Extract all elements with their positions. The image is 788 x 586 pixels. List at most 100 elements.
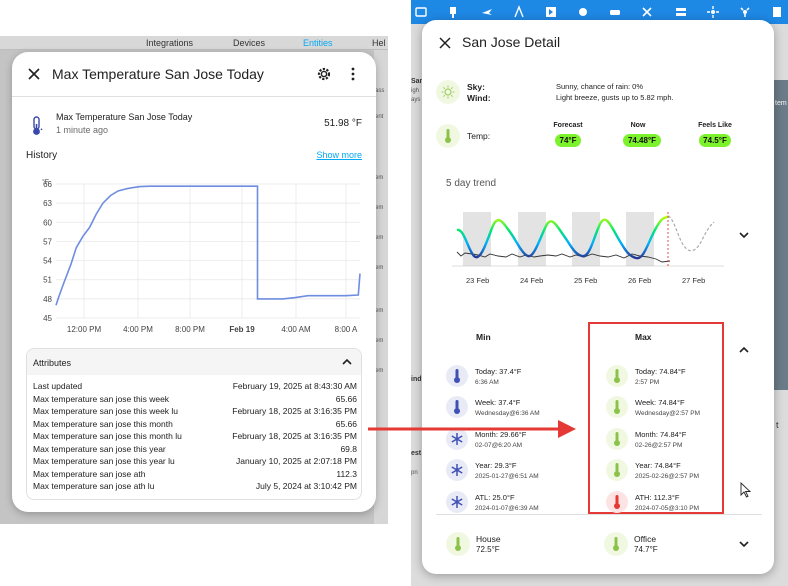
attribute-value: 112.3 [336, 468, 357, 479]
map-text: t [776, 420, 779, 430]
table-cell: em [375, 235, 384, 241]
now-temp-badge: 74.48°F [623, 134, 661, 147]
min-stat-title: Year: 29.3°F [475, 461, 517, 470]
car-icon[interactable] [608, 5, 622, 19]
house-thermometer-icon [446, 532, 470, 556]
entity-more-info-dialog: Max Temperature San Jose Today Max Tempe… [12, 52, 376, 512]
forecast-temp-badge: 74°F [555, 134, 581, 147]
chevron-down-icon[interactable] [738, 230, 750, 240]
trend-day-label: 27 Feb [682, 276, 705, 285]
attribute-key: Max temperature san jose this year lu [33, 456, 175, 466]
max-stat-title: Today: 74.84°F [635, 367, 686, 376]
radiation-icon[interactable] [706, 5, 720, 19]
house-label: House [476, 534, 501, 544]
max-highlight-box [588, 322, 724, 514]
show-more-link[interactable]: Show more [302, 150, 362, 160]
table-cell: ent [375, 114, 384, 120]
thermometer-icon [446, 396, 468, 418]
trend-day-label: 26 Feb [628, 276, 651, 285]
more-vert-icon[interactable] [345, 66, 361, 82]
min-stat-time: 2024-01-07@6:39 AM [475, 505, 539, 512]
antenna-icon[interactable] [512, 5, 526, 19]
y-axis-unit: °F [42, 178, 49, 186]
chevron-down-icon[interactable] [738, 539, 750, 549]
attribute-value: July 5, 2024 at 3:10:42 PM [255, 481, 357, 491]
chevron-up-icon[interactable] [341, 357, 353, 367]
feels-like-temp-badge: 74.5°F [699, 134, 731, 147]
wind-label: Wind: [467, 93, 491, 103]
attribute-key: Max temperature san jose this week [33, 393, 170, 404]
snowflake-icon [446, 459, 468, 481]
max-stat-title: Year: 74.84°F [635, 461, 681, 470]
thermometer-icon [606, 396, 628, 418]
attributes-header[interactable]: Attributes [27, 349, 361, 375]
location-icon[interactable] [576, 5, 590, 19]
chevron-up-icon[interactable] [738, 345, 750, 355]
tools-icon[interactable] [640, 5, 654, 19]
tab-entities[interactable]: Entities [303, 38, 333, 48]
office-thermometer-icon [604, 532, 628, 556]
sun-icon [436, 80, 460, 104]
close-icon[interactable] [26, 66, 42, 82]
x-tick-label: 4:00 AM [281, 325, 311, 334]
cast-icon[interactable] [414, 5, 428, 19]
history-series-line [55, 185, 361, 306]
play-icon[interactable] [544, 5, 558, 19]
entities-table-column [374, 50, 388, 524]
map-card [773, 80, 788, 390]
y-tick-label: 51 [43, 276, 52, 285]
forecast-heading: Forecast [553, 122, 583, 129]
entity-name: Max Temperature San Jose Today [56, 112, 193, 122]
gear-icon[interactable] [316, 66, 332, 82]
card-text: igh [411, 88, 420, 94]
y-tick-label: 54 [43, 257, 52, 266]
feels-like-heading: Feels Like [698, 122, 732, 129]
annotation-arrow [368, 420, 576, 438]
sky-label: Sky: [467, 82, 485, 92]
map-text: tem [775, 100, 787, 107]
attribute-row: Max temperature san jose ath 112.3 [33, 468, 357, 481]
max-stat-title: Week: 74.84°F [635, 398, 685, 407]
attribute-value: 69.8 [340, 443, 357, 454]
server-icon[interactable] [674, 5, 688, 19]
entity-state-value: 51.98 °F [324, 118, 362, 129]
table-cell: em [375, 368, 384, 374]
max-stat-title: ATH: 112.3°F [635, 493, 680, 502]
history-heading: History [26, 150, 58, 161]
thermometer-hot-icon [606, 491, 628, 513]
attribute-key: Max temperature san jose ath [33, 468, 146, 479]
trend-projection-line [667, 215, 715, 252]
table-cell: em [375, 265, 384, 271]
tab-integrations[interactable]: Integrations [146, 38, 193, 48]
min-stat-time: 02-07@6:20 AM [475, 442, 523, 449]
tab-help[interactable]: Hel [372, 38, 386, 48]
attribute-row: Max temperature san jose this year lu Jan… [33, 455, 357, 468]
device-icon[interactable] [770, 5, 784, 19]
tab-devices[interactable]: Devices [233, 38, 265, 48]
card-text: est [411, 450, 422, 457]
pin-icon[interactable] [446, 5, 460, 19]
card-text: ays [411, 97, 421, 103]
card-text: pn [411, 470, 418, 476]
min-stat-time: 2025-01-27@6:51 AM [475, 473, 539, 480]
thermometer-icon [606, 428, 628, 450]
five-day-trend-chart[interactable]: 23 Feb 24 Feb 25 Feb 26 Feb 27 Feb [452, 210, 732, 290]
attribute-value: February 19, 2025 at 8:43:30 AM [232, 381, 357, 391]
mouse-cursor-icon [740, 482, 752, 498]
max-stat-title: Month: 74.84°F [635, 430, 687, 439]
attribute-key: Max temperature san jose this month lu [33, 431, 182, 441]
close-icon[interactable] [438, 36, 452, 50]
trend-day-label: 25 Feb [574, 276, 597, 285]
now-heading: Now [630, 122, 646, 129]
attribute-key: Max temperature san jose this year [33, 443, 166, 454]
fan-icon[interactable] [738, 5, 752, 19]
max-stat-time: 2025-02-26@2:57 PM [635, 473, 700, 480]
airplane-icon[interactable] [480, 5, 494, 19]
y-tick-label: 60 [43, 218, 52, 227]
history-line-chart[interactable]: 6663605754514845 12:00 PM 4:00 PM 8:00 PM F… [24, 172, 364, 340]
sky-value: Sunny, chance of rain: 0% [556, 82, 643, 91]
x-tick-label: 12:00 PM [67, 325, 102, 334]
attribute-row: Max temperature san jose this month lu Fe… [33, 430, 357, 443]
divider [12, 96, 376, 97]
y-tick-label: 45 [43, 314, 52, 323]
